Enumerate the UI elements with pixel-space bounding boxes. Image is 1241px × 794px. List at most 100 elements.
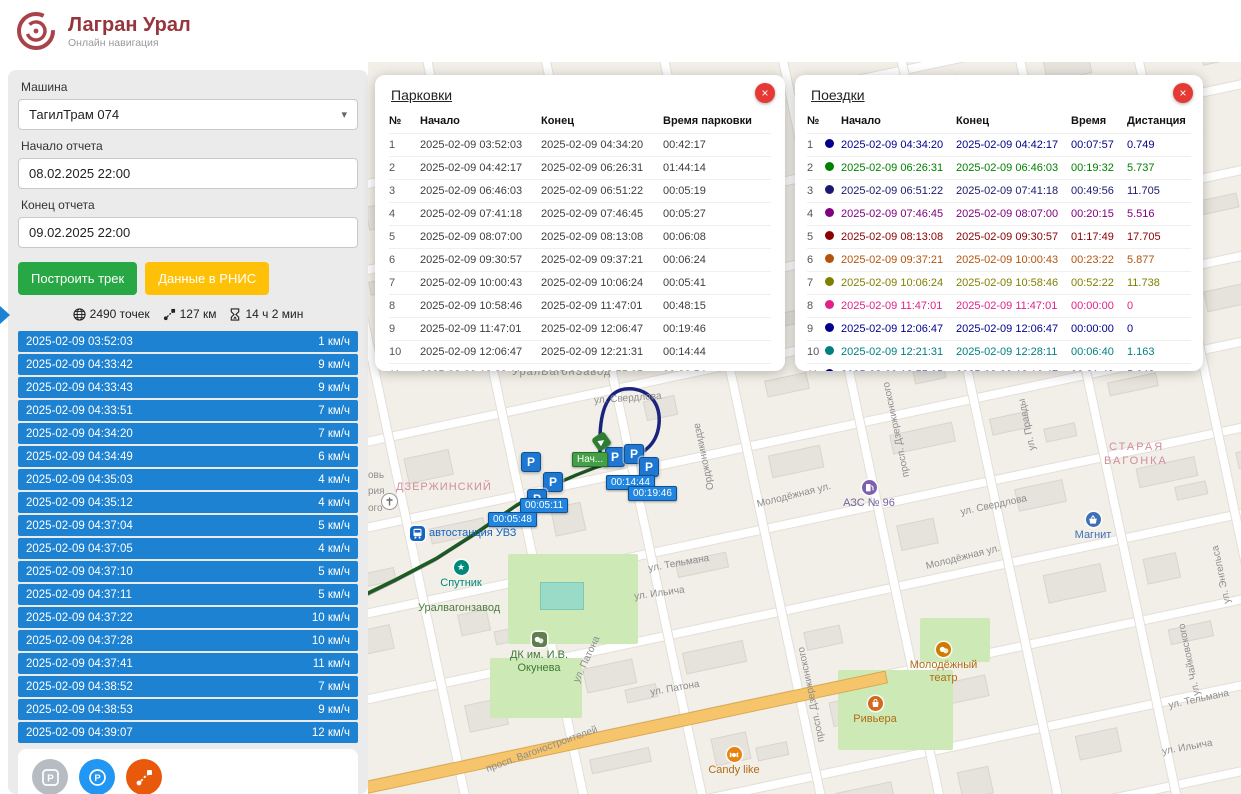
build-track-button[interactable]: Построить трек [18, 262, 137, 295]
parkings-table-row[interactable]: 10 2025-02-09 12:06:47 2025-02-09 12:21:… [389, 340, 771, 363]
track-point-row[interactable]: 2025-02-09 04:39:07 12 км/ч [18, 722, 358, 743]
track-point-row[interactable]: 2025-02-09 04:35:03 4 км/ч [18, 469, 358, 490]
toggle-route-button[interactable] [126, 759, 162, 794]
trips-close-button[interactable]: × [1173, 83, 1193, 103]
trips-table-row[interactable]: 11 2025-02-09 12:55:05 2025-02-09 13:16:… [807, 363, 1191, 371]
trips-table-row[interactable]: 2 2025-02-09 06:26:31 2025-02-09 06:46:0… [807, 156, 1191, 179]
trips-table-row[interactable]: 9 2025-02-09 12:06:47 2025-02-09 12:06:4… [807, 317, 1191, 340]
parkings-table-row[interactable]: 1 2025-02-09 03:52:03 2025-02-09 04:34:2… [389, 133, 771, 156]
col-time: Время [1071, 115, 1127, 127]
report-start-label: Начало отчета [21, 139, 358, 153]
track-point-row[interactable]: 2025-02-09 04:37:10 5 км/ч [18, 561, 358, 582]
row-number: 10 [807, 346, 825, 358]
report-end-input[interactable] [18, 217, 358, 248]
parking-marker[interactable]: P [521, 452, 541, 472]
trips-table-row[interactable]: 10 2025-02-09 12:21:31 2025-02-09 12:28:… [807, 340, 1191, 363]
col-end: Конец [541, 115, 663, 127]
track-point-row[interactable]: 2025-02-09 04:37:11 5 км/ч [18, 584, 358, 605]
parkings-table-row[interactable]: 6 2025-02-09 09:30:57 2025-02-09 09:37:2… [389, 248, 771, 271]
trip-time: 00:00:00 [1071, 300, 1127, 312]
parking-square-icon: P [41, 768, 60, 787]
trips-table-row[interactable]: 1 2025-02-09 04:34:20 2025-02-09 04:42:1… [807, 133, 1191, 156]
row-number: 7 [389, 277, 420, 289]
track-point-row[interactable]: 2025-02-09 04:37:05 4 км/ч [18, 538, 358, 559]
trip-color-cell [825, 139, 841, 151]
close-icon: × [1179, 86, 1186, 100]
trips-table-row[interactable]: 3 2025-02-09 06:51:22 2025-02-09 07:41:1… [807, 179, 1191, 202]
col-number: № [389, 115, 420, 127]
poi-riviera: Ривьера [842, 696, 908, 726]
parkings-close-button[interactable]: × [755, 83, 775, 103]
shopping-basket-icon [1086, 512, 1101, 527]
stats-bar: 2490 точек 127 км 14 ч 2 мин [18, 307, 358, 321]
poi-label: Candy like [698, 764, 770, 777]
parking-start: 2025-02-09 10:58:46 [420, 300, 541, 312]
trips-table-row[interactable]: 5 2025-02-09 08:13:08 2025-02-09 09:30:5… [807, 225, 1191, 248]
trip-start: 2025-02-09 12:55:05 [841, 369, 956, 371]
track-point-row[interactable]: 2025-02-09 04:33:43 9 км/ч [18, 377, 358, 398]
parkings-table-row[interactable]: 11 2025-02-09 12:28:11 2025-02-09 12:55:… [389, 363, 771, 371]
poi-label: АЗС № 96 [836, 497, 902, 510]
track-point-row[interactable]: 2025-02-09 04:34:20 7 км/ч [18, 423, 358, 444]
track-time: 2025-02-09 04:37:10 [26, 566, 133, 578]
track-point-row[interactable]: 2025-02-09 04:37:28 10 км/ч [18, 630, 358, 651]
report-start-input[interactable] [18, 158, 358, 189]
parkings-table-row[interactable]: 7 2025-02-09 10:00:43 2025-02-09 10:06:2… [389, 271, 771, 294]
trips-table-row[interactable]: 7 2025-02-09 10:06:24 2025-02-09 10:58:4… [807, 271, 1191, 294]
trip-start: 2025-02-09 04:34:20 [841, 139, 956, 151]
parkings-table-row[interactable]: 5 2025-02-09 08:07:00 2025-02-09 08:13:0… [389, 225, 771, 248]
track-time: 2025-02-09 04:33:43 [26, 382, 133, 394]
row-number: 8 [389, 300, 420, 312]
track-point-row[interactable]: 2025-02-09 04:33:42 9 км/ч [18, 354, 358, 375]
parkings-table-row[interactable]: 8 2025-02-09 10:58:46 2025-02-09 11:47:0… [389, 294, 771, 317]
parking-duration: 00:14:44 [663, 346, 771, 358]
track-speed: 4 км/ч [318, 543, 350, 555]
parkings-table-row[interactable]: 3 2025-02-09 06:46:03 2025-02-09 06:51:2… [389, 179, 771, 202]
track-point-list: 2025-02-09 03:52:03 1 км/ч 2025-02-09 04… [18, 331, 358, 743]
track-point-row[interactable]: 2025-02-09 04:37:04 5 км/ч [18, 515, 358, 536]
candy-icon [727, 747, 742, 762]
trips-table-row[interactable]: 8 2025-02-09 11:47:01 2025-02-09 11:47:0… [807, 294, 1191, 317]
route-icon [163, 308, 176, 321]
parkings-table-row[interactable]: 2 2025-02-09 04:42:17 2025-02-09 06:26:3… [389, 156, 771, 179]
track-point-row[interactable]: 2025-02-09 04:37:22 10 км/ч [18, 607, 358, 628]
trip-distance: 11.738 [1127, 277, 1191, 289]
track-point-row[interactable]: 2025-02-09 04:38:53 9 км/ч [18, 699, 358, 720]
toggle-parkings-button[interactable]: P [32, 759, 68, 794]
poi-bus-station: автостанция УВЗ [410, 526, 516, 541]
trips-table-row[interactable]: 4 2025-02-09 07:46:45 2025-02-09 08:07:0… [807, 202, 1191, 225]
rnis-data-button[interactable]: Данные в РНИС [145, 262, 269, 295]
poi-uralvagonzavod: Уралвагонзавод [418, 600, 500, 615]
row-number: 3 [389, 185, 420, 197]
track-point-row[interactable]: 2025-02-09 04:35:12 4 км/ч [18, 492, 358, 513]
fuel-pump-icon [862, 480, 877, 495]
parkings-table-row[interactable]: 4 2025-02-09 07:41:18 2025-02-09 07:46:4… [389, 202, 771, 225]
parkings-table-row[interactable]: 9 2025-02-09 11:47:01 2025-02-09 12:06:4… [389, 317, 771, 340]
parking-end: 2025-02-09 08:13:08 [541, 231, 663, 243]
col-distance: Дистанция [1127, 115, 1191, 127]
duration-chip: 00:05:11 [520, 498, 568, 513]
trip-time: 00:19:32 [1071, 162, 1127, 174]
parking-end: 2025-02-09 12:21:31 [541, 346, 663, 358]
track-point-row[interactable]: 2025-02-09 03:52:03 1 км/ч [18, 331, 358, 352]
vehicle-select[interactable]: ТагилТрам 074 ▾ [18, 99, 358, 130]
trip-time: 00:06:40 [1071, 346, 1127, 358]
duration-stat: 14 ч 2 мин [229, 307, 303, 321]
app-logo-icon [14, 9, 58, 53]
trip-end: 2025-02-09 10:58:46 [956, 277, 1071, 289]
parking-end: 2025-02-09 11:47:01 [541, 300, 663, 312]
parking-marker[interactable]: P [639, 457, 659, 477]
trip-distance: 5.642 [1127, 369, 1191, 371]
trip-time: 00:49:56 [1071, 185, 1127, 197]
toggle-parking-markers-button[interactable]: P [79, 759, 115, 794]
track-point-row[interactable]: 2025-02-09 04:33:51 7 км/ч [18, 400, 358, 421]
track-point-row[interactable]: 2025-02-09 04:38:52 7 км/ч [18, 676, 358, 697]
trips-table-row[interactable]: 6 2025-02-09 09:37:21 2025-02-09 10:00:4… [807, 248, 1191, 271]
track-time: 2025-02-09 04:35:12 [26, 497, 133, 509]
track-point-row[interactable]: 2025-02-09 04:34:49 6 км/ч [18, 446, 358, 467]
track-list-collapse-arrow[interactable] [0, 306, 10, 324]
svg-text:P: P [94, 773, 101, 784]
track-point-row[interactable]: 2025-02-09 04:37:41 11 км/ч [18, 653, 358, 674]
poi-magnit: Магнит [1060, 512, 1126, 542]
sidebar-panel: Машина ТагилТрам 074 ▾ Начало отчета Кон… [8, 70, 368, 794]
